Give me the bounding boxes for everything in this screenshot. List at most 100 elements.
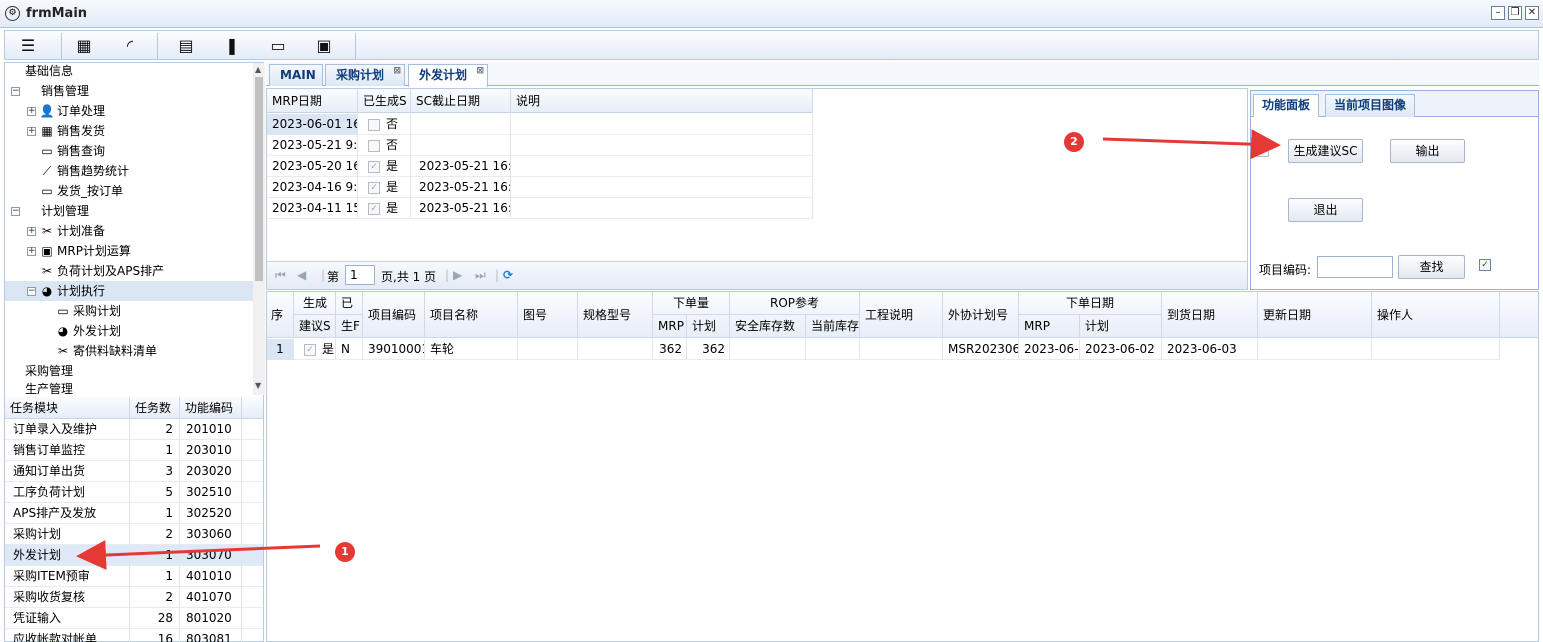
close-tab-icon[interactable]: ⊠ bbox=[393, 66, 401, 76]
tree-item-order-processing[interactable]: 👤 订单处理 bbox=[39, 101, 106, 121]
generated-checkbox[interactable] bbox=[368, 139, 380, 152]
tree-item-planning[interactable]: 计划管理 bbox=[41, 201, 89, 221]
col-qty-mrp[interactable]: MRP bbox=[653, 315, 687, 338]
tree-item-sales[interactable]: 销售管理 bbox=[41, 81, 89, 101]
task-row[interactable]: 工序负荷计划 5 302510 bbox=[5, 482, 263, 503]
col-description[interactable]: 说明 bbox=[511, 89, 813, 113]
generate-checkbox[interactable]: ✓ bbox=[1257, 145, 1269, 157]
mrp-row[interactable]: 2023-05-20 16: ✓ 是 2023-05-21 16:4 bbox=[267, 156, 813, 177]
expand-toggle[interactable]: + bbox=[27, 227, 36, 236]
collapse-toggle[interactable]: − bbox=[11, 87, 20, 96]
tree-item-sales-delivery[interactable]: ▦ 销售发货 bbox=[39, 121, 105, 141]
col-date-plan[interactable]: 计划 bbox=[1080, 315, 1162, 338]
col-done-bottom[interactable]: 生F bbox=[336, 315, 363, 338]
mrp-row[interactable]: 2023-04-11 15: ✓ 是 2023-05-21 16:4 bbox=[267, 198, 813, 219]
tree-item-delivery-by-order[interactable]: ▭ 发货_按订单 bbox=[39, 181, 123, 201]
generate-sc-button[interactable]: 生成建议SC bbox=[1288, 139, 1363, 163]
tree-item-outsource-plan[interactable]: ◕ 外发计划 bbox=[55, 321, 121, 341]
detail-row[interactable]: 1✓是N39010001车轮362362MSR20230602023-06-02… bbox=[267, 339, 1500, 360]
generated-checkbox[interactable] bbox=[368, 118, 380, 131]
task-row[interactable]: APS排产及发放 1 302520 bbox=[5, 503, 263, 524]
tree-item-sales-query[interactable]: ▭ 销售查询 bbox=[39, 141, 105, 161]
tree-item-purchase-plan[interactable]: ▭ 采购计划 bbox=[55, 301, 121, 321]
image-icon[interactable]: ▣ bbox=[307, 34, 341, 58]
restore-button[interactable]: ❐ bbox=[1508, 6, 1522, 20]
task-row[interactable]: 通知订单出货 3 203020 bbox=[5, 461, 263, 482]
task-row[interactable]: 应收帐款对帐单 16 803081 bbox=[5, 629, 263, 642]
tab-main[interactable]: MAIN bbox=[269, 64, 323, 86]
menu-icon[interactable]: ☰ bbox=[11, 34, 45, 58]
tree-item-production[interactable]: 生产管理 bbox=[25, 379, 73, 395]
close-button[interactable]: ✕ bbox=[1525, 6, 1539, 20]
tab-purchase-plan[interactable]: 采购计划 ⊠ bbox=[325, 64, 405, 86]
task-row[interactable]: 凭证输入 28 801020 bbox=[5, 608, 263, 629]
tree-item-purchasing[interactable]: 采购管理 bbox=[25, 361, 73, 381]
scroll-down-arrow[interactable]: ▼ bbox=[255, 381, 261, 390]
collapse-toggle[interactable]: − bbox=[27, 287, 36, 296]
minimize-button[interactable]: – bbox=[1491, 6, 1505, 20]
collapse-toggle[interactable]: − bbox=[11, 207, 20, 216]
col-generated[interactable]: 已生成S bbox=[358, 89, 411, 113]
col-arrive-date[interactable]: 到货日期 bbox=[1162, 292, 1258, 338]
calendar-icon[interactable]: ▤ bbox=[169, 34, 203, 58]
task-row[interactable]: 订单录入及维护 2 201010 bbox=[5, 419, 263, 440]
inbox-icon[interactable]: ▭ bbox=[261, 34, 295, 58]
tree-item-consignment-shortage[interactable]: ✂ 寄供料缺料清单 bbox=[55, 341, 157, 361]
col-out-plan-no[interactable]: 外协计划号 bbox=[943, 292, 1019, 338]
tree-item-plan-exec[interactable]: ◕ 计划执行 bbox=[39, 281, 105, 301]
page-number-input[interactable]: 1 bbox=[345, 265, 375, 285]
col-drawing[interactable]: 图号 bbox=[518, 292, 578, 338]
col-gen-bottom[interactable]: 建议S bbox=[294, 315, 336, 338]
tree-item-basic-info[interactable]: 基础信息 bbox=[25, 63, 73, 81]
col-task-count[interactable]: 任务数 bbox=[130, 397, 180, 419]
next-page-icon[interactable]: ▶ bbox=[453, 268, 462, 282]
col-rop-current[interactable]: 当前库存 bbox=[806, 315, 860, 338]
generated-checkbox[interactable]: ✓ bbox=[368, 160, 380, 173]
task-row[interactable]: 外发计划 1 303070 bbox=[5, 545, 263, 566]
expand-toggle[interactable]: + bbox=[27, 127, 36, 136]
scroll-up-arrow[interactable]: ▲ bbox=[255, 65, 261, 74]
bookmark-icon[interactable]: ❚ bbox=[215, 34, 249, 58]
col-mrp-date[interactable]: MRP日期 bbox=[267, 89, 358, 113]
tree-scrollbar[interactable]: ▲ ▼ bbox=[253, 63, 265, 395]
generated-checkbox[interactable]: ✓ bbox=[368, 202, 380, 215]
col-qty-plan[interactable]: 计划 bbox=[687, 315, 730, 338]
tree-item-load-aps[interactable]: ✂ 负荷计划及APS排产 bbox=[39, 261, 164, 281]
tab-outsource-plan[interactable]: 外发计划 ⊠ bbox=[408, 64, 488, 87]
col-function-code[interactable]: 功能编码 bbox=[180, 397, 242, 419]
expand-toggle[interactable]: + bbox=[27, 247, 36, 256]
tab-current-item-image[interactable]: 当前项目图像 bbox=[1325, 94, 1416, 117]
col-done-top[interactable]: 已 bbox=[336, 292, 363, 315]
export-button[interactable]: 输出 bbox=[1390, 139, 1465, 163]
col-gen-top[interactable]: 生成 bbox=[294, 292, 336, 315]
calculator-icon[interactable]: ▦ bbox=[67, 34, 101, 58]
col-seq[interactable]: 序 bbox=[267, 292, 294, 338]
item-code-input[interactable] bbox=[1317, 256, 1393, 278]
scroll-thumb[interactable] bbox=[255, 77, 263, 281]
task-row[interactable]: 采购收货复核 2 401070 bbox=[5, 587, 263, 608]
task-row[interactable]: 销售订单监控 1 203010 bbox=[5, 440, 263, 461]
last-page-icon[interactable]: ⏭ bbox=[475, 268, 486, 283]
close-tab-icon[interactable]: ⊠ bbox=[476, 66, 484, 76]
col-rop-safe[interactable]: 安全库存数 bbox=[730, 315, 806, 338]
col-item-name[interactable]: 项目名称 bbox=[425, 292, 518, 338]
tree-item-sales-trend[interactable]: ⟋ 销售趋势统计 bbox=[39, 161, 129, 181]
col-task-module[interactable]: 任务模块 bbox=[5, 397, 130, 419]
mrp-row[interactable]: 2023-05-21 9:5 否 bbox=[267, 135, 813, 156]
tree-item-mrp-run[interactable]: ▣ MRP计划运算 bbox=[39, 241, 131, 261]
task-row[interactable]: 采购计划 2 303060 bbox=[5, 524, 263, 545]
rss-icon[interactable]: ◜ bbox=[113, 34, 147, 58]
search-button[interactable]: 查找 bbox=[1398, 255, 1465, 279]
col-update-date[interactable]: 更新日期 bbox=[1258, 292, 1372, 338]
mrp-row[interactable]: 2023-06-01 16: 否 bbox=[267, 114, 813, 135]
tree-item-plan-prep[interactable]: ✂ 计划准备 bbox=[39, 221, 105, 241]
search-checkbox[interactable]: ✓ bbox=[1479, 259, 1491, 271]
col-operator[interactable]: 操作人 bbox=[1372, 292, 1500, 338]
gen-checkbox[interactable]: ✓ bbox=[304, 343, 316, 356]
col-eng-note[interactable]: 工程说明 bbox=[860, 292, 943, 338]
refresh-icon[interactable]: ⟳ bbox=[503, 268, 513, 282]
col-spec[interactable]: 规格型号 bbox=[578, 292, 653, 338]
first-page-icon[interactable]: ⏮ bbox=[275, 268, 286, 283]
generated-checkbox[interactable]: ✓ bbox=[368, 181, 380, 194]
prev-page-icon[interactable]: ◀ bbox=[297, 268, 306, 282]
